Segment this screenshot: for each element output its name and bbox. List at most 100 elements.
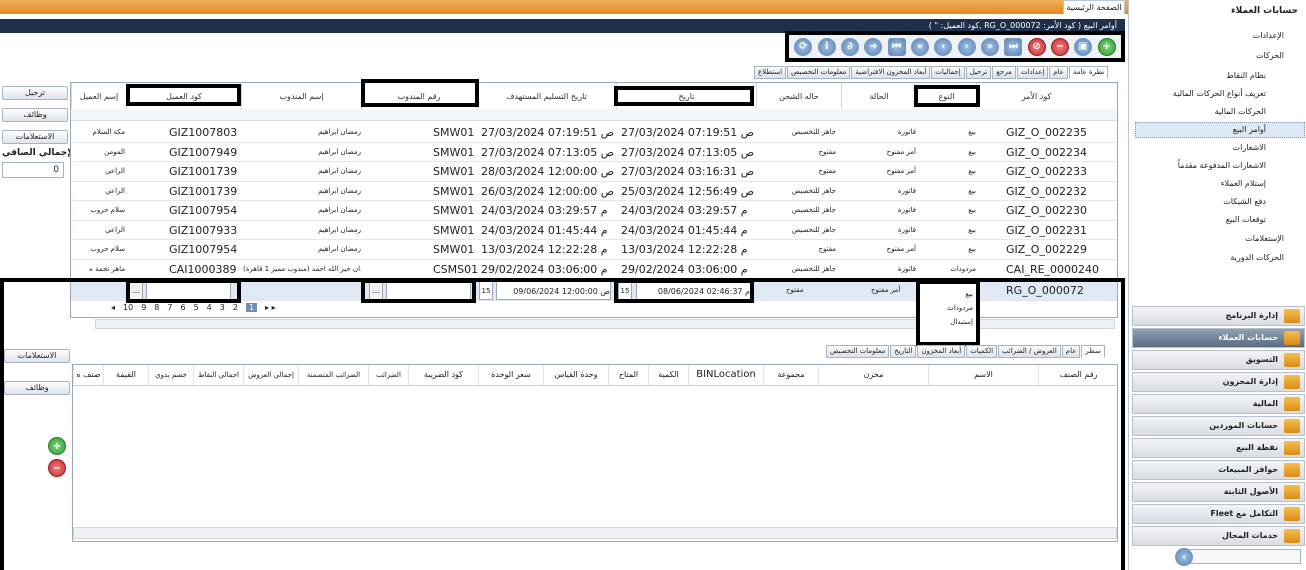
- export-icon[interactable]: ➜: [864, 37, 883, 56]
- nav-customer-receipts[interactable]: إستلام العملاء: [1221, 179, 1266, 188]
- bottom-queries-button[interactable]: الاستعلامات: [4, 349, 70, 363]
- detail-scrollbar[interactable]: [73, 527, 1117, 539]
- dcol-bin-location[interactable]: BINLocation: [688, 365, 763, 385]
- table-row[interactable]: GIZ_O_002232 بيع فاتورة جاهز للتخصيص 25/03/2…: [71, 182, 1117, 201]
- dcol-quantity[interactable]: الكمية: [648, 365, 688, 385]
- tab-line-allocation[interactable]: معلومات التخصيص: [826, 345, 890, 358]
- queries-button[interactable]: الاستعلامات: [2, 130, 68, 144]
- col-status[interactable]: الحالة: [841, 83, 916, 109]
- module-fleet[interactable]: التكامل مع Fleet: [1132, 504, 1305, 524]
- sidebar-bottom-bar[interactable]: [1179, 549, 1301, 564]
- tab-quantities[interactable]: الكميات: [966, 345, 998, 358]
- dcol-item-no[interactable]: رقم الصنف: [1038, 365, 1118, 385]
- dcol-name[interactable]: الاسم: [928, 365, 1038, 385]
- tab-post[interactable]: ترحيل: [965, 66, 992, 79]
- remove-line-icon[interactable]: −: [48, 459, 66, 477]
- dcol-unit-price[interactable]: سعر الوحدة: [478, 365, 543, 385]
- type-dropdown[interactable]: بيع مردودات إستبدال: [916, 280, 980, 346]
- module-pos[interactable]: نقطة البيع: [1132, 438, 1305, 458]
- cancel-icon[interactable]: ⊘: [1027, 37, 1046, 56]
- tab-line-inventory[interactable]: أبعاد المخزون: [917, 345, 966, 358]
- table-row[interactable]: CAI_RE_0000240 مردودات فاتورة جاهز للتخصيص 2…: [71, 260, 1117, 279]
- module-finance[interactable]: المالية: [1132, 394, 1305, 414]
- dropdown-option-sale[interactable]: بيع: [920, 284, 976, 298]
- dcol-total-offers[interactable]: إجمالي العروض: [243, 365, 298, 385]
- nav-notices[interactable]: الاشعارات: [1233, 143, 1266, 152]
- dcol-uom[interactable]: وحدة القياس: [543, 365, 608, 385]
- nav-financial-types[interactable]: تعريف أنواع الحركات المالية: [1173, 89, 1266, 98]
- dcol-group[interactable]: مجموعة: [763, 365, 818, 385]
- table-row[interactable]: GIZ_O_002231 بيع فاتورة جاهز للتخصيص 24/03/2…: [71, 221, 1117, 240]
- tab-reference[interactable]: مرجع: [992, 66, 1016, 79]
- module-sales-incentives[interactable]: حوافز المبيعات: [1132, 460, 1305, 480]
- module-inventory[interactable]: إدارة المخزون: [1132, 372, 1305, 392]
- first-record-icon[interactable]: ⏮: [887, 37, 906, 56]
- tab-line-general[interactable]: عام: [1061, 345, 1081, 358]
- tab-offers-taxes[interactable]: العروض / الضرائب: [998, 345, 1061, 358]
- filter-row[interactable]: [71, 109, 1117, 121]
- dcol-warehouse[interactable]: مخزن: [818, 365, 928, 385]
- col-ship-status[interactable]: حاله الشحن: [756, 83, 841, 109]
- module-field-services[interactable]: خدمات المجال: [1132, 526, 1305, 546]
- attach-icon[interactable]: ∂: [840, 37, 859, 56]
- bottom-functions-button[interactable]: وظائف: [4, 381, 70, 395]
- add-icon[interactable]: +: [1097, 37, 1116, 56]
- tab-settings[interactable]: إعدادات: [1016, 66, 1049, 79]
- dcol-taxes[interactable]: الضرائب: [368, 365, 408, 385]
- nav-queries[interactable]: الإستعلامات: [1245, 234, 1284, 243]
- tab-line[interactable]: سطر: [1081, 345, 1105, 358]
- dcol-item-type[interactable]: صنف ه: [73, 365, 103, 385]
- dcol-included-taxes[interactable]: الضرائب المتضمنة: [298, 365, 368, 385]
- nav-financial-transactions[interactable]: الحركات المالية: [1215, 107, 1266, 116]
- tab-allocation-info[interactable]: معلومات التخصيص: [787, 66, 851, 79]
- tab-general[interactable]: عام: [1049, 66, 1068, 79]
- dcol-total-points[interactable]: اجمالي النقاط: [193, 365, 243, 385]
- tab-overview[interactable]: نظرة عامة: [1069, 66, 1109, 79]
- next-record-icon[interactable]: ›: [957, 37, 976, 56]
- tab-survey[interactable]: استطلاع: [754, 66, 787, 79]
- table-row[interactable]: GIZ_O_002229 بيع أمر مفتوح مفتوح 13/03/2024 …: [71, 240, 1117, 260]
- table-row[interactable]: GIZ_O_002234 بيع أمر مفتوح مفتوح 27/03/2024 …: [71, 143, 1117, 162]
- table-row[interactable]: GIZ_O_002230 بيع فاتورة جاهز للتخصيص 24/03/2…: [71, 201, 1117, 221]
- prev-record-icon[interactable]: ‹: [934, 37, 953, 56]
- nav-transactions[interactable]: الحركات: [1256, 51, 1284, 60]
- dcol-manual-discount[interactable]: خصم يدوي: [148, 365, 193, 385]
- nav-sales-orders[interactable]: أوامر البيع: [1233, 125, 1266, 134]
- nav-periodic[interactable]: الحركات الدورية: [1230, 253, 1284, 262]
- module-admin[interactable]: إدارة البرنامج: [1132, 306, 1305, 326]
- module-customer-accounts[interactable]: حسابات العملاء: [1132, 328, 1305, 348]
- info-icon[interactable]: i: [817, 37, 836, 56]
- nav-prepaid-notices[interactable]: الاشعارات المدفوعة مقدماً: [1178, 161, 1266, 170]
- add-line-icon[interactable]: +: [48, 437, 66, 455]
- tab-totals[interactable]: إجماليات: [931, 66, 965, 79]
- tab-inventory-dims[interactable]: أبعاد المخزون الافتراضية: [851, 66, 931, 79]
- col-rep-name[interactable]: إسم المندوب: [241, 83, 361, 109]
- col-expected-date[interactable]: تاريخ التسليم المستهدف: [476, 83, 616, 109]
- nav-sales-forecasts[interactable]: توقعات البيع: [1226, 215, 1266, 224]
- dcol-tax-code[interactable]: كود الضريبة: [408, 365, 478, 385]
- functions-button[interactable]: وظائف: [2, 108, 68, 122]
- post-button[interactable]: ترحيل: [2, 86, 68, 100]
- dropdown-option-returns[interactable]: مردودات: [920, 298, 976, 312]
- home-tab[interactable]: الصفحة الرئيسية: [1063, 0, 1125, 14]
- col-customer-name[interactable]: إسم العميل: [71, 83, 126, 109]
- module-marketing[interactable]: التسويق: [1132, 350, 1305, 370]
- module-fixed-assets[interactable]: الأصول الثابتة: [1132, 482, 1305, 502]
- sidebar-back-icon[interactable]: ‹: [1175, 548, 1193, 566]
- dcol-value[interactable]: القيمة: [103, 365, 148, 385]
- dropdown-option-exchange[interactable]: إستبدال: [920, 312, 976, 326]
- dcol-available[interactable]: المتاح: [608, 365, 648, 385]
- tab-history[interactable]: التاريخ: [890, 345, 917, 358]
- nav-settings[interactable]: الإعدادات: [1253, 31, 1284, 40]
- col-order-code[interactable]: كود الأمر: [976, 83, 1096, 109]
- nav-check-payments[interactable]: دفع الشيكات: [1223, 197, 1266, 206]
- nav-points-system[interactable]: نظام النقاط: [1226, 71, 1266, 80]
- save-icon[interactable]: ▣: [1074, 37, 1093, 56]
- module-vendor-accounts[interactable]: حسابات الموردين: [1132, 416, 1305, 436]
- table-row[interactable]: GIZ_O_002233 بيع أمر مفتوح مفتوح 27/03/2024 …: [71, 162, 1117, 182]
- table-row[interactable]: GIZ_O_002235 بيع فاتورة جاهز للتخصيص 27/03/2…: [71, 123, 1117, 143]
- next-page-icon[interactable]: »: [980, 37, 999, 56]
- prev-page-icon[interactable]: «: [910, 37, 929, 56]
- delete-icon[interactable]: −: [1050, 37, 1069, 56]
- last-record-icon[interactable]: ⏭: [1004, 37, 1023, 56]
